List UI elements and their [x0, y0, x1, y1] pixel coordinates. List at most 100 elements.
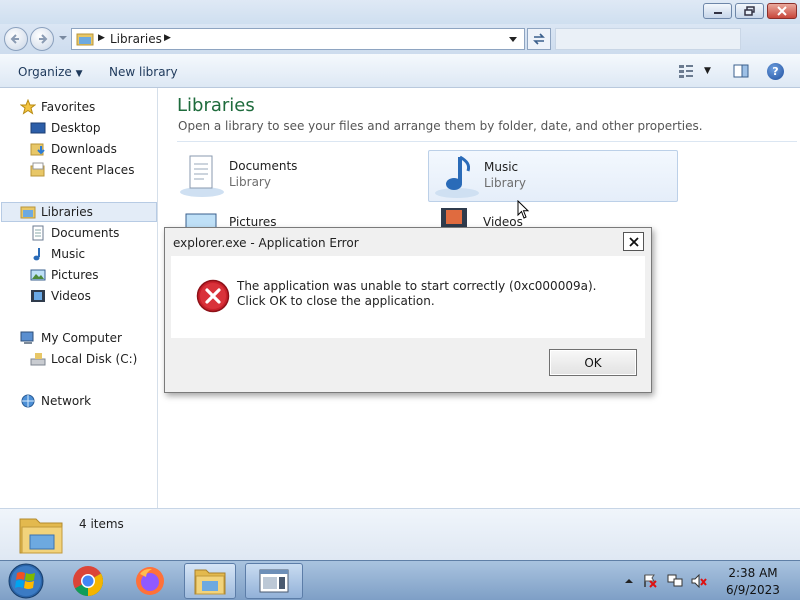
address-bar-row: ▶ Libraries ▶: [0, 24, 800, 54]
start-button[interactable]: [4, 563, 48, 599]
nav-desktop[interactable]: Desktop: [30, 118, 101, 138]
action-center-flag-icon[interactable]: [642, 574, 658, 588]
back-arrow-icon: [10, 34, 19, 44]
address-dropdown-icon[interactable]: [508, 36, 518, 44]
minimize-icon: [713, 12, 722, 14]
nav-favorites[interactable]: Favorites: [20, 97, 95, 117]
error-icon: [196, 279, 230, 313]
nav-my-computer[interactable]: My Computer: [20, 328, 122, 348]
nav-documents[interactable]: Documents: [30, 223, 119, 243]
chevron-down-icon: ▼: [75, 69, 83, 79]
clock-date[interactable]: 6/9/2023: [718, 583, 788, 597]
windows-logo-icon: [8, 563, 44, 599]
taskbar-windows-explorer[interactable]: [184, 563, 236, 599]
nav-videos[interactable]: Videos: [30, 286, 91, 306]
item-count: 4 items: [79, 517, 124, 531]
address-field[interactable]: ▶ Libraries ▶: [71, 28, 525, 50]
nav-libraries[interactable]: Libraries: [1, 202, 157, 222]
library-music[interactable]: Music Library: [428, 150, 678, 202]
page-title: Libraries: [177, 95, 255, 116]
library-type: Library: [484, 176, 526, 190]
nav-network-label: Network: [41, 394, 92, 408]
network-status-icon[interactable]: [667, 574, 683, 588]
nav-recent-places[interactable]: Recent Places: [30, 160, 134, 180]
nav-downloads[interactable]: Downloads: [30, 139, 117, 159]
search-input[interactable]: [555, 28, 741, 50]
divider: [177, 141, 797, 142]
nav-music[interactable]: Music: [30, 244, 85, 264]
close-icon: [777, 6, 787, 16]
chevron-down-icon: ▼: [704, 66, 711, 76]
clock-time[interactable]: 2:38 AM: [718, 566, 788, 580]
breadcrumb-chevron-icon[interactable]: ▶: [98, 33, 105, 43]
taskbar-firefox[interactable]: [128, 563, 172, 599]
restore-button[interactable]: [735, 3, 764, 19]
breadcrumb-chevron-icon[interactable]: ▶: [164, 33, 171, 43]
view-options-icon: [679, 65, 693, 78]
page-description: Open a library to see your files and arr…: [178, 119, 703, 133]
libraries-icon: [20, 206, 36, 219]
change-view-button[interactable]: ▼: [678, 64, 711, 78]
forward-arrow-icon: [39, 34, 48, 44]
application-window-icon: [259, 569, 289, 593]
help-button[interactable]: ?: [767, 63, 784, 80]
command-bar: Organize ▼ New library ▼ ?: [0, 54, 800, 88]
library-pictures[interactable]: Pictures: [174, 212, 424, 228]
organize-button[interactable]: Organize ▼: [18, 65, 83, 79]
dialog-body: The application was unable to start corr…: [171, 256, 645, 338]
library-videos[interactable]: Videos: [428, 206, 678, 228]
library-name: Documents: [229, 159, 298, 173]
organize-label: Organize: [18, 65, 72, 79]
documents-library-icon: [180, 155, 224, 197]
breadcrumb-libraries[interactable]: Libraries: [110, 32, 162, 46]
nav-pictures[interactable]: Pictures: [30, 265, 99, 285]
details-pane: 4 items: [0, 508, 800, 560]
dialog-message: The application was unable to start corr…: [237, 279, 597, 308]
nav-documents-label: Documents: [51, 226, 120, 240]
minimize-button[interactable]: [703, 3, 732, 19]
chrome-icon: [73, 566, 104, 596]
close-window-button[interactable]: [767, 3, 797, 19]
dialog-title: explorer.exe - Application Error: [173, 236, 359, 250]
nav-local-disk-label: Local Disk (C:): [51, 352, 138, 366]
forward-button[interactable]: [30, 27, 54, 51]
library-name: Music: [484, 160, 519, 174]
videos-library-icon: [441, 208, 467, 228]
new-library-button[interactable]: New library: [109, 65, 178, 79]
libraries-folder-icon: [76, 33, 94, 46]
navigation-pane: Favorites Desktop Downloads Recent Place…: [0, 88, 158, 508]
music-note-icon: [33, 248, 40, 261]
volume-muted-icon[interactable]: [691, 574, 707, 588]
libraries-folder-icon: [19, 518, 63, 554]
taskbar-error-window[interactable]: [245, 563, 303, 599]
nav-local-disk[interactable]: Local Disk (C:): [30, 349, 137, 369]
ok-button[interactable]: OK: [549, 349, 637, 376]
dialog-close-button[interactable]: [623, 232, 644, 251]
library-type: Library: [229, 175, 271, 189]
back-button[interactable]: [4, 27, 28, 51]
documents-icon: [32, 225, 44, 241]
nav-pictures-label: Pictures: [51, 268, 99, 282]
window-titlebar: [0, 0, 800, 24]
library-documents[interactable]: Documents Library: [174, 150, 424, 202]
nav-desktop-label: Desktop: [51, 121, 101, 135]
nav-libraries-label: Libraries: [41, 205, 93, 219]
recent-pages-chevron-icon[interactable]: [58, 33, 68, 43]
nav-recent-label: Recent Places: [51, 163, 135, 177]
show-hidden-icons-icon[interactable]: [621, 574, 637, 588]
taskbar-chrome[interactable]: [66, 563, 110, 599]
explorer-folder-icon: [194, 569, 226, 595]
network-icon: [21, 394, 35, 408]
pictures-icon: [30, 269, 46, 281]
videos-icon: [31, 290, 45, 302]
computer-icon: [20, 331, 34, 344]
preview-pane-button[interactable]: [733, 64, 749, 81]
nav-network[interactable]: Network: [20, 391, 91, 411]
restore-icon: [743, 6, 755, 16]
recent-places-icon: [30, 162, 45, 177]
nav-favorites-label: Favorites: [41, 100, 96, 114]
application-error-dialog: explorer.exe - Application Error The app…: [164, 227, 652, 393]
nav-music-label: Music: [51, 247, 86, 261]
music-library-icon: [435, 155, 479, 198]
refresh-button[interactable]: [527, 28, 551, 50]
